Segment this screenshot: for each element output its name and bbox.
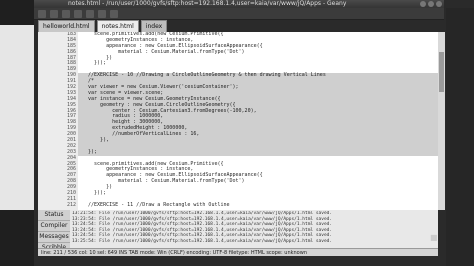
message-panel: StatusCompilerMessagesScribble 13:21:54:…	[38, 210, 438, 254]
code-line[interactable]: 212 //EXERCISE - 11 //Draw a Rectangle w…	[67, 201, 438, 209]
redo-icon[interactable]	[110, 9, 118, 18]
panel-tab-messages[interactable]: Messages	[38, 232, 70, 243]
screen: notes.html - /run/user/1000/gvfs/sftp:ho…	[0, 0, 474, 266]
window-title: notes.html - /run/user/1000/gvfs/sftp:ho…	[68, 0, 347, 7]
new-icon[interactable]	[38, 9, 46, 18]
window-controls	[420, 0, 442, 7]
save-icon[interactable]	[62, 9, 70, 18]
right-edge	[446, 8, 474, 266]
maximize-icon[interactable]	[428, 1, 434, 7]
toolbar	[34, 8, 444, 20]
vertical-scrollbar[interactable]	[438, 32, 445, 210]
tab-1[interactable]: notes.html	[96, 20, 139, 32]
code-area[interactable]: 183 scene.primitives.add(new Cesium.Prim…	[67, 32, 438, 210]
line-code: //EXERCISE - 11 //Draw a Rectangle with …	[82, 201, 230, 208]
line-number: 212	[66, 201, 76, 208]
left-panel	[0, 0, 34, 266]
code-editor[interactable]: 183 scene.primitives.add(new Cesium.Prim…	[38, 32, 438, 210]
panel-tab-status[interactable]: Status	[38, 210, 70, 221]
tab-0[interactable]: helloworld.html	[38, 20, 95, 32]
log-line: 13:25:54: File /run/user/1000/gvfs/sftp:…	[72, 238, 333, 244]
undo-icon[interactable]	[98, 9, 106, 18]
sidebar-strip	[0, 25, 34, 210]
open-icon[interactable]	[50, 9, 58, 18]
status-log: 13:21:54: File /run/user/1000/gvfs/sftp:…	[72, 211, 422, 247]
close-icon[interactable]	[86, 9, 94, 18]
revert-icon[interactable]	[74, 9, 82, 18]
window-titlebar: notes.html - /run/user/1000/gvfs/sftp:ho…	[34, 0, 444, 8]
minimize-icon[interactable]	[420, 1, 426, 7]
close-icon[interactable]	[436, 1, 442, 7]
panel-tab-compiler[interactable]: Compiler	[38, 221, 70, 232]
editor-tabs: helloworld.html notes.html index	[38, 20, 438, 32]
message-panel-tabs: StatusCompilerMessagesScribble	[38, 210, 70, 254]
status-bar: line: 211 / 536 col: 10 sel: 649 INS TAB…	[38, 248, 438, 256]
scrollbar-thumb[interactable]	[439, 52, 444, 92]
resize-grip-icon[interactable]: ■	[430, 233, 438, 243]
tab-2[interactable]: index	[140, 20, 168, 32]
